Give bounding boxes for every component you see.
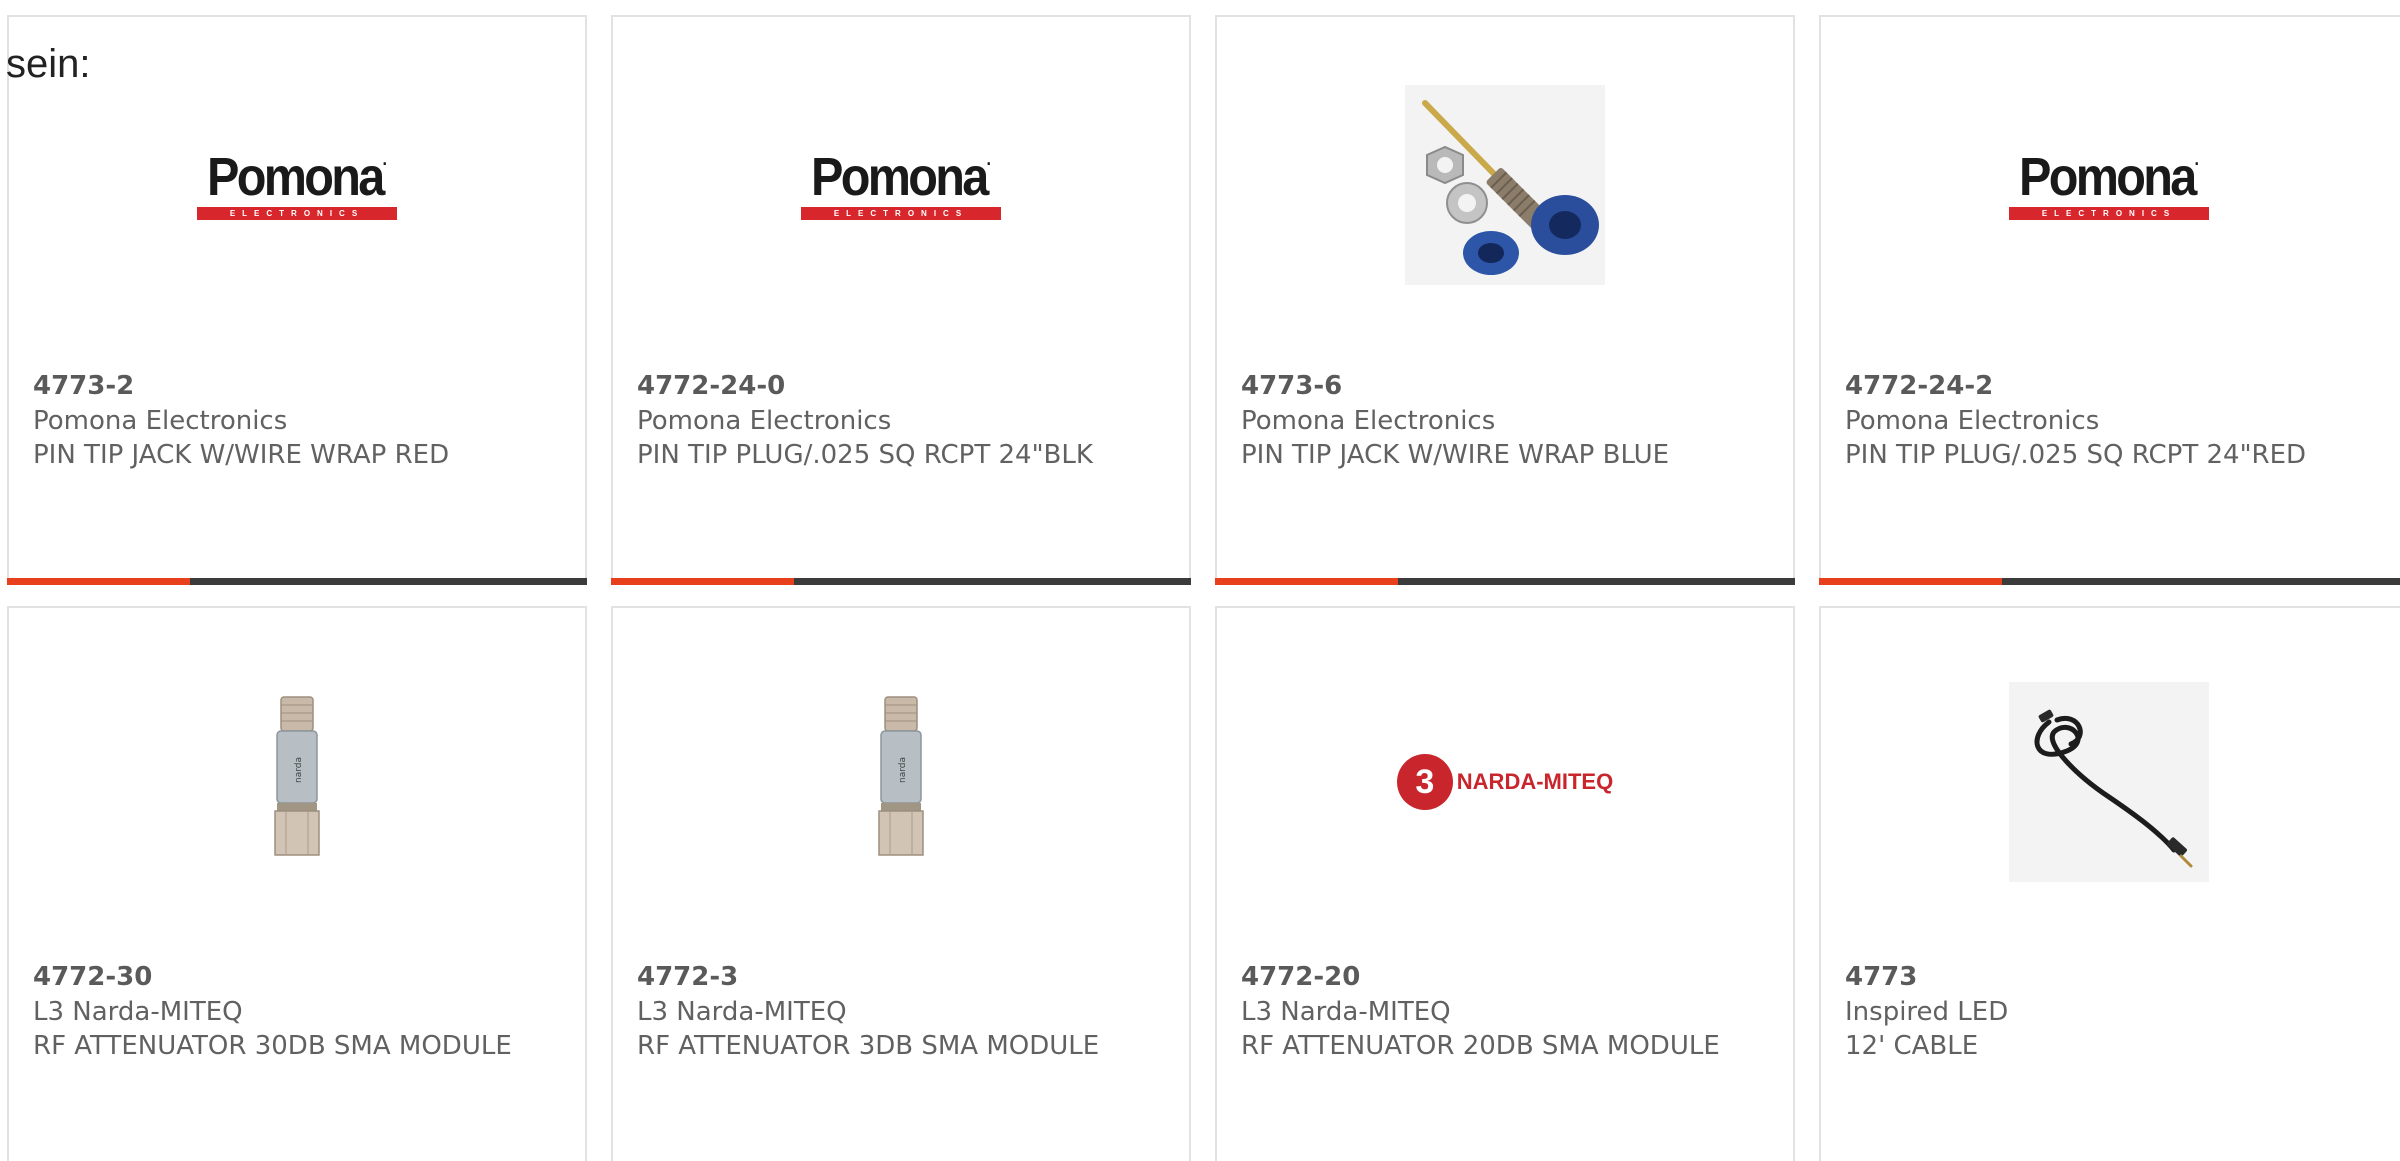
product-card[interactable]: Pomona. ELECTRONICS 4772-24-2 Pomona Ele… (1819, 15, 2400, 585)
attenuator-photo: narda (871, 695, 931, 869)
product-image[interactable] (1217, 81, 1793, 289)
product-image[interactable]: Pomona. ELECTRONICS (1821, 81, 2397, 289)
manufacturer-name: L3 Narda-MITEQ (637, 996, 847, 1027)
svg-text:narda: narda (898, 757, 908, 783)
product-card[interactable]: Pomona. ELECTRONICS 4772-24-0 Pomona Ele… (611, 15, 1191, 585)
product-card[interactable]: narda 4772-30 L3 Narda-MITEQ RF ATTENUAT… (7, 606, 587, 1161)
manufacturer-name: Pomona Electronics (33, 405, 288, 436)
card-bottom-bar (1819, 578, 2400, 585)
product-card[interactable]: 4773-6 Pomona Electronics PIN TIP JACK W… (1215, 15, 1795, 585)
card-bottom-bar (611, 578, 1191, 585)
product-card[interactable]: narda 4772-3 L3 Narda-MITEQ RF ATTENUATO… (611, 606, 1191, 1161)
product-image[interactable] (1821, 678, 2397, 886)
product-description: RF ATTENUATOR 20DB SMA MODULE (1241, 1031, 1720, 1061)
cable-photo (2009, 682, 2209, 882)
pomona-logo: Pomona. ELECTRONICS (800, 150, 1001, 220)
product-image[interactable]: narda (613, 678, 1189, 886)
product-description: RF ATTENUATOR 30DB SMA MODULE (33, 1031, 512, 1061)
part-number-link[interactable]: 4772-30 (33, 960, 565, 995)
pin-jack-photo (1405, 85, 1605, 285)
manufacturer-name: Inspired LED (1845, 996, 2009, 1027)
attenuator-photo: narda (267, 695, 327, 869)
card-bottom-bar (7, 578, 587, 585)
product-image[interactable]: Pomona. ELECTRONICS (613, 81, 1189, 289)
lead-text: sein: (6, 42, 91, 86)
part-number-link[interactable]: 4772-24-2 (1845, 369, 2387, 404)
product-card[interactable]: Pomona. ELECTRONICS 4773-2 Pomona Electr… (7, 15, 587, 585)
svg-text:narda: narda (294, 757, 304, 783)
product-image[interactable]: 3 NARDA-MITEQ (1217, 678, 1793, 886)
product-card[interactable]: 3 NARDA-MITEQ 4772-20 L3 Narda-MITEQ RF … (1215, 606, 1795, 1161)
product-description: RF ATTENUATOR 3DB SMA MODULE (637, 1031, 1100, 1061)
part-number-link[interactable]: 4772-3 (637, 960, 1169, 995)
product-grid-page: sein: Pomona. ELECTRONICS 4773-2 Pomona … (0, 0, 2400, 1161)
product-image[interactable]: Pomona. ELECTRONICS (9, 81, 585, 289)
part-number-link[interactable]: 4773 (1845, 960, 2387, 995)
part-number-link[interactable]: 4772-20 (1241, 960, 1773, 995)
manufacturer-name: Pomona Electronics (637, 405, 892, 436)
product-description: PIN TIP JACK W/WIRE WRAP RED (33, 440, 450, 470)
product-image[interactable]: narda (9, 678, 585, 886)
part-number-link[interactable]: 4772-24-0 (637, 369, 1169, 404)
product-description: PIN TIP PLUG/.025 SQ RCPT 24"BLK (637, 440, 1093, 470)
product-description: PIN TIP JACK W/WIRE WRAP BLUE (1241, 440, 1670, 470)
part-number-link[interactable]: 4773-2 (33, 369, 565, 404)
manufacturer-name: Pomona Electronics (1241, 405, 1496, 436)
product-description: 12' CABLE (1845, 1031, 1979, 1061)
manufacturer-name: Pomona Electronics (1845, 405, 2100, 436)
pomona-logo: Pomona. ELECTRONICS (196, 150, 397, 220)
manufacturer-name: L3 Narda-MITEQ (33, 996, 243, 1027)
manufacturer-name: L3 Narda-MITEQ (1241, 996, 1451, 1027)
product-description: PIN TIP PLUG/.025 SQ RCPT 24"RED (1845, 440, 2307, 470)
part-number-link[interactable]: 4773-6 (1241, 369, 1773, 404)
narda-logo: 3 NARDA-MITEQ (1396, 754, 1613, 810)
pomona-logo: Pomona. ELECTRONICS (2008, 150, 2209, 220)
card-bottom-bar (1215, 578, 1795, 585)
product-card[interactable]: 4773 Inspired LED 12' CABLE (1819, 606, 2400, 1161)
